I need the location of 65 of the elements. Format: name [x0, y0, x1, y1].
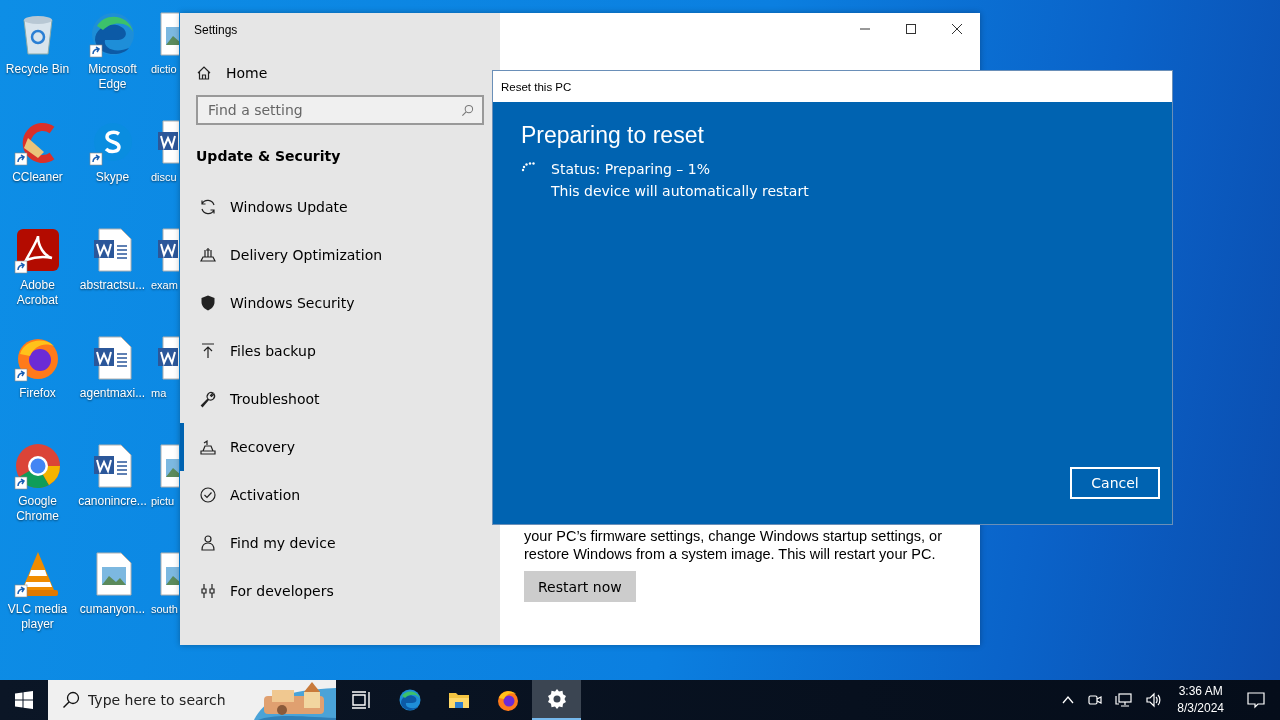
icon-label: discu — [151, 170, 177, 185]
person-icon — [199, 534, 217, 552]
dialog-heading: Preparing to reset — [521, 122, 705, 149]
icon-label: Adobe Acrobat — [15, 278, 60, 308]
description-text: your PC’s firmware settings, change Windows startup settings, or restore Windows from a system image. This will restart your PC. — [524, 527, 943, 563]
recovery-icon — [199, 438, 217, 456]
search-field[interactable]: Find a setting — [196, 95, 484, 125]
cancel-button[interactable]: Cancel — [1070, 467, 1160, 499]
section-heading: Update & Security — [196, 148, 342, 164]
firefox-icon — [495, 688, 520, 712]
icon-label: ma — [151, 386, 167, 401]
edge-icon — [397, 688, 422, 712]
backup-icon — [199, 342, 217, 360]
search-icon — [461, 104, 474, 117]
clock-date[interactable]: 8/3/2024 — [1177, 700, 1224, 717]
nav-item[interactable]: Files backup — [180, 327, 500, 375]
nav-item[interactable]: Windows Security — [180, 279, 500, 327]
icon-label: Recycle Bin — [5, 62, 70, 77]
nav-item[interactable]: Windows Update — [180, 183, 500, 231]
taskbar-search-field[interactable]: Type here to search — [48, 680, 254, 720]
dialog-title: Reset this PC — [501, 80, 572, 93]
home-link[interactable]: Home — [196, 65, 484, 81]
shield-icon — [199, 294, 217, 312]
icon-label: Google Chrome — [15, 494, 60, 524]
restart-note: This device will automatically restart — [551, 183, 809, 199]
wrench-icon — [199, 390, 217, 408]
maximize-icon[interactable] — [905, 23, 917, 35]
icon-label: canonincre... — [78, 494, 147, 509]
camera-icon[interactable] — [1087, 692, 1104, 708]
start-icon[interactable] — [15, 691, 33, 709]
icon-label: Skype — [95, 170, 130, 185]
icon-label: VLC media player — [6, 602, 69, 632]
icon-label: CCleaner — [12, 170, 63, 185]
nav-item[interactable]: Troubleshoot — [180, 375, 500, 423]
sync-icon — [199, 198, 217, 216]
icon-label: dictio — [151, 62, 177, 77]
clock-time[interactable]: 3:36 AM — [1178, 683, 1223, 700]
nav-item[interactable]: Find my device — [180, 519, 500, 567]
check-icon — [199, 486, 217, 504]
nav-item[interactable]: Activation — [180, 471, 500, 519]
network-icon[interactable] — [1115, 692, 1134, 708]
icon-label: cumanyon... — [79, 602, 146, 617]
icon-label: south — [151, 602, 178, 617]
nav-item[interactable]: For developers — [180, 567, 500, 615]
close-icon[interactable] — [951, 23, 963, 35]
spinner-icon — [521, 162, 535, 172]
icon-label: agentmaxi... — [79, 386, 146, 401]
nav-item[interactable]: Delivery Optimization — [180, 231, 500, 279]
chrome-icon[interactable] — [13, 442, 62, 490]
dev-icon — [199, 582, 217, 600]
status-text: Status: Preparing – 1% — [551, 161, 712, 177]
delivery-icon — [199, 246, 217, 264]
icon-label: abstractsu... — [79, 278, 146, 293]
restart-now-button[interactable]: Restart now — [524, 571, 636, 602]
acrobat-icon[interactable] — [13, 226, 62, 274]
home-icon — [196, 65, 212, 81]
search-icon — [62, 691, 80, 709]
icon-label: exam — [151, 278, 178, 293]
icon-label: pictu — [151, 494, 175, 509]
edge-icon[interactable] — [88, 10, 137, 58]
notification-icon[interactable] — [1246, 691, 1266, 709]
icon-label: Firefox — [19, 386, 56, 401]
icon-label: Microsoft Edge — [87, 62, 138, 92]
window-title: Settings — [194, 23, 239, 37]
settings-taskbar-button[interactable] — [532, 680, 581, 720]
